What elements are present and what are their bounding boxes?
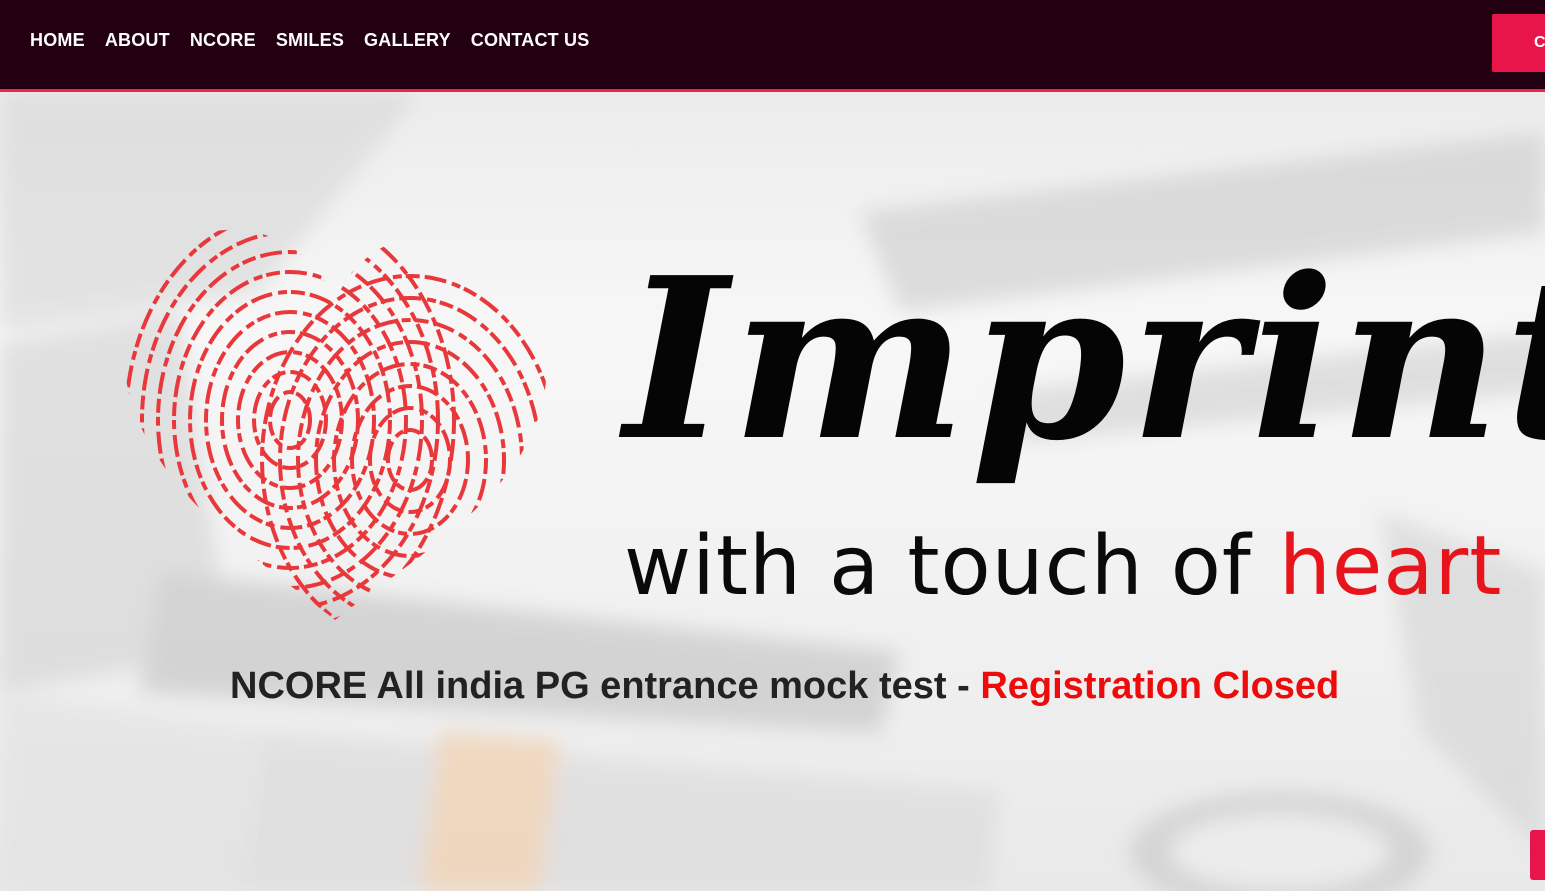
fingerprint-heart-icon [124,229,547,620]
nav-item-gallery[interactable]: GALLERY [364,30,451,51]
nav-menu: HOME ABOUT NCORE SMILES GALLERY CONTACT … [30,30,589,51]
nav-item-ncore[interactable]: NCORE [190,30,256,51]
nav-item-home[interactable]: HOME [30,30,85,51]
nav-item-about[interactable]: ABOUT [105,30,170,51]
logo-tagline: with a touch of heart [624,522,1502,612]
hero-headline-text: NCORE All india PG entrance mock test - [230,665,981,707]
hero-banner: Imprints with a touch of heart NCORE All… [0,92,1545,891]
header-cta-button[interactable]: C [1492,14,1545,72]
side-floating-tab[interactable] [1530,830,1545,880]
nav-item-contact-us[interactable]: CONTACT US [471,30,590,51]
logo-tagline-accent: heart [1278,519,1503,614]
top-navbar: HOME ABOUT NCORE SMILES GALLERY CONTACT … [0,0,1545,92]
logo-wordmark: Imprints [624,230,1545,490]
nav-item-smiles[interactable]: SMILES [276,30,344,51]
logo-tagline-main: with a touch of [624,519,1279,614]
hero-headline: NCORE All india PG entrance mock test - … [230,662,1339,710]
registration-status: Registration Closed [980,665,1340,707]
